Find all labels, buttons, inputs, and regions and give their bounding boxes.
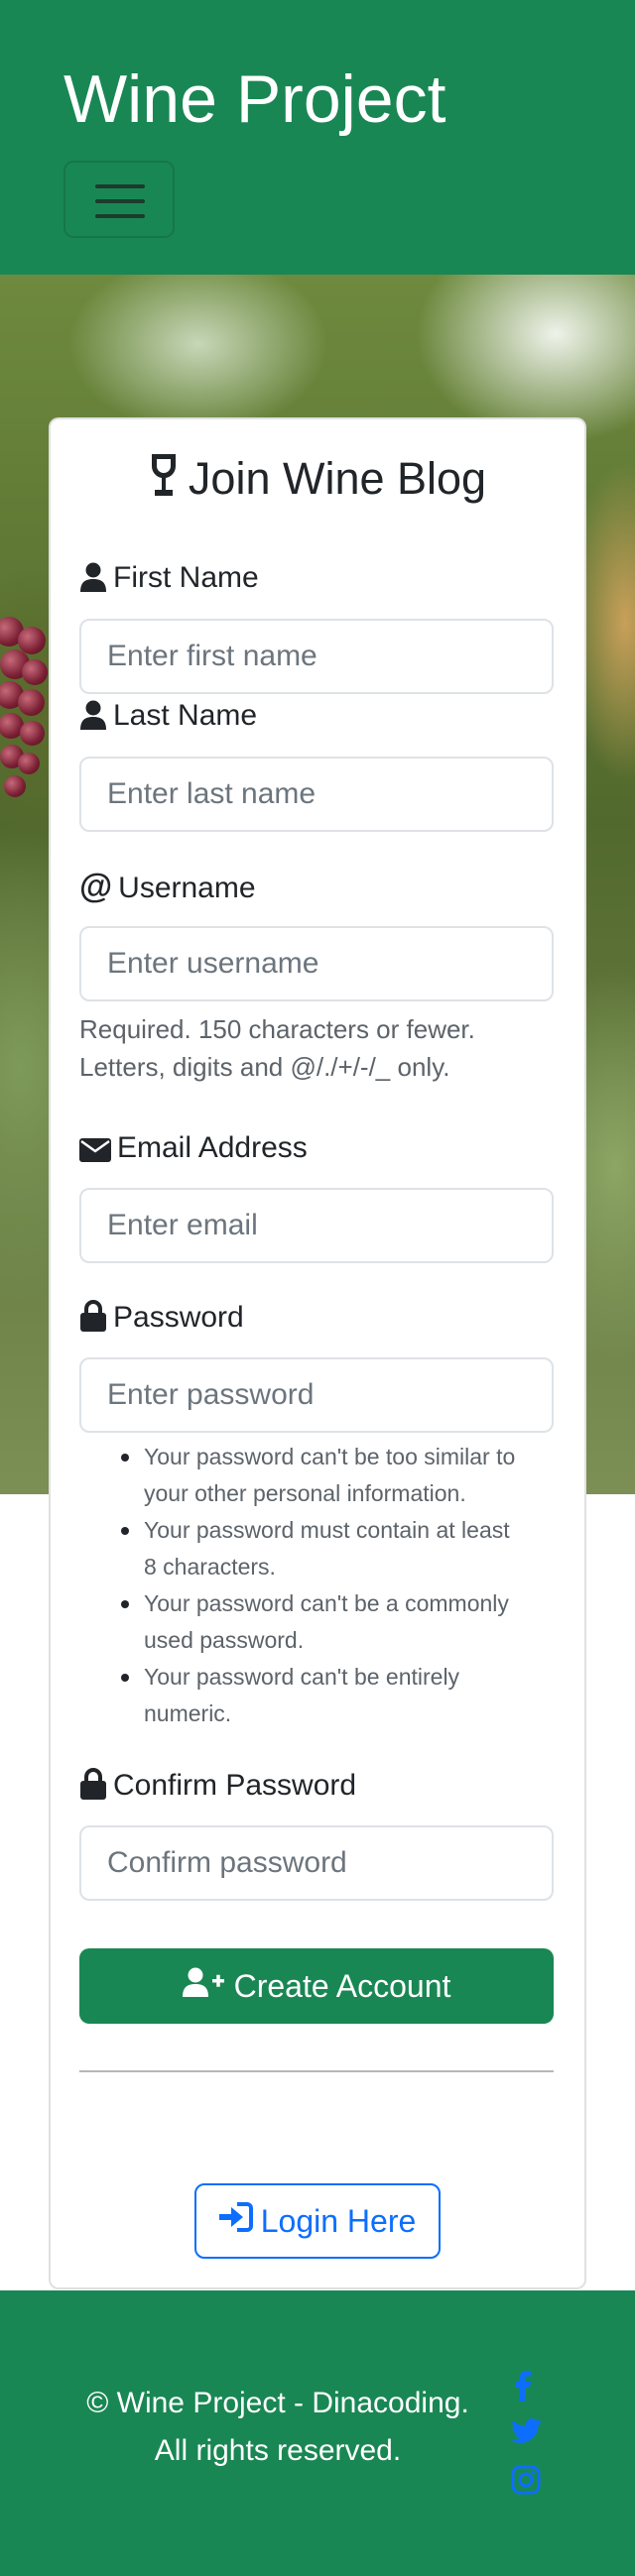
login-here-button[interactable]: Login Here bbox=[194, 2183, 441, 2259]
first-name-label: First Name bbox=[79, 556, 259, 605]
facebook-icon[interactable] bbox=[511, 2370, 535, 2406]
email-label: Email Address bbox=[79, 1126, 308, 1175]
at-sign-icon: @ bbox=[79, 868, 113, 905]
wine-glass-icon bbox=[149, 448, 179, 518]
lock-icon bbox=[79, 1768, 107, 1813]
email-field[interactable] bbox=[79, 1188, 554, 1263]
brand-title[interactable]: Wine Project bbox=[64, 56, 445, 143]
first-name-field[interactable] bbox=[79, 619, 554, 694]
last-name-field[interactable] bbox=[79, 757, 554, 832]
lock-icon bbox=[79, 1300, 107, 1345]
confirm-password-field[interactable] bbox=[79, 1825, 554, 1901]
confirm-password-label: Confirm Password bbox=[79, 1764, 356, 1813]
envelope-icon bbox=[79, 1131, 111, 1175]
last-name-label: Last Name bbox=[79, 694, 257, 743]
create-account-button[interactable]: Create Account bbox=[79, 1948, 554, 2024]
username-field[interactable] bbox=[79, 926, 554, 1001]
confirm-password-input[interactable] bbox=[81, 1827, 552, 1899]
footer-copyright: © Wine Project - Dinacoding. All rights … bbox=[86, 2387, 469, 2467]
menu-toggle-button[interactable] bbox=[64, 161, 175, 238]
navbar: Wine Project bbox=[0, 0, 635, 275]
last-name-input[interactable] bbox=[81, 759, 552, 830]
user-icon bbox=[79, 561, 107, 605]
username-help-text: Required. 150 characters or fewer. Lette… bbox=[79, 1014, 475, 1082]
password-input[interactable] bbox=[81, 1359, 552, 1431]
password-rule: Your password can't be entirely numeric. bbox=[121, 1659, 561, 1732]
sign-in-icon bbox=[218, 2202, 253, 2240]
form-title: Join Wine Blog bbox=[0, 444, 635, 518]
email-input[interactable] bbox=[81, 1190, 552, 1261]
user-plus-icon bbox=[182, 1967, 224, 2005]
password-rule: Your password can't be a commonly used p… bbox=[121, 1585, 561, 1659]
twitter-icon[interactable] bbox=[511, 2417, 543, 2450]
instagram-icon[interactable] bbox=[511, 2465, 541, 2500]
password-rule: Your password can't be too similar to yo… bbox=[121, 1439, 561, 1512]
password-field[interactable] bbox=[79, 1357, 554, 1433]
username-label: @ Username bbox=[79, 865, 256, 910]
footer: © Wine Project - Dinacoding. All rights … bbox=[0, 2290, 635, 2576]
form-title-text: Join Wine Blog bbox=[188, 453, 487, 504]
user-icon bbox=[79, 699, 107, 743]
password-label: Password bbox=[79, 1296, 244, 1345]
form-divider bbox=[79, 2070, 554, 2072]
password-rule: Your password must contain at least 8 ch… bbox=[121, 1512, 561, 1585]
password-rules-list: Your password can't be too similar to yo… bbox=[121, 1439, 561, 1732]
first-name-input[interactable] bbox=[81, 621, 552, 692]
username-input[interactable] bbox=[81, 928, 552, 999]
